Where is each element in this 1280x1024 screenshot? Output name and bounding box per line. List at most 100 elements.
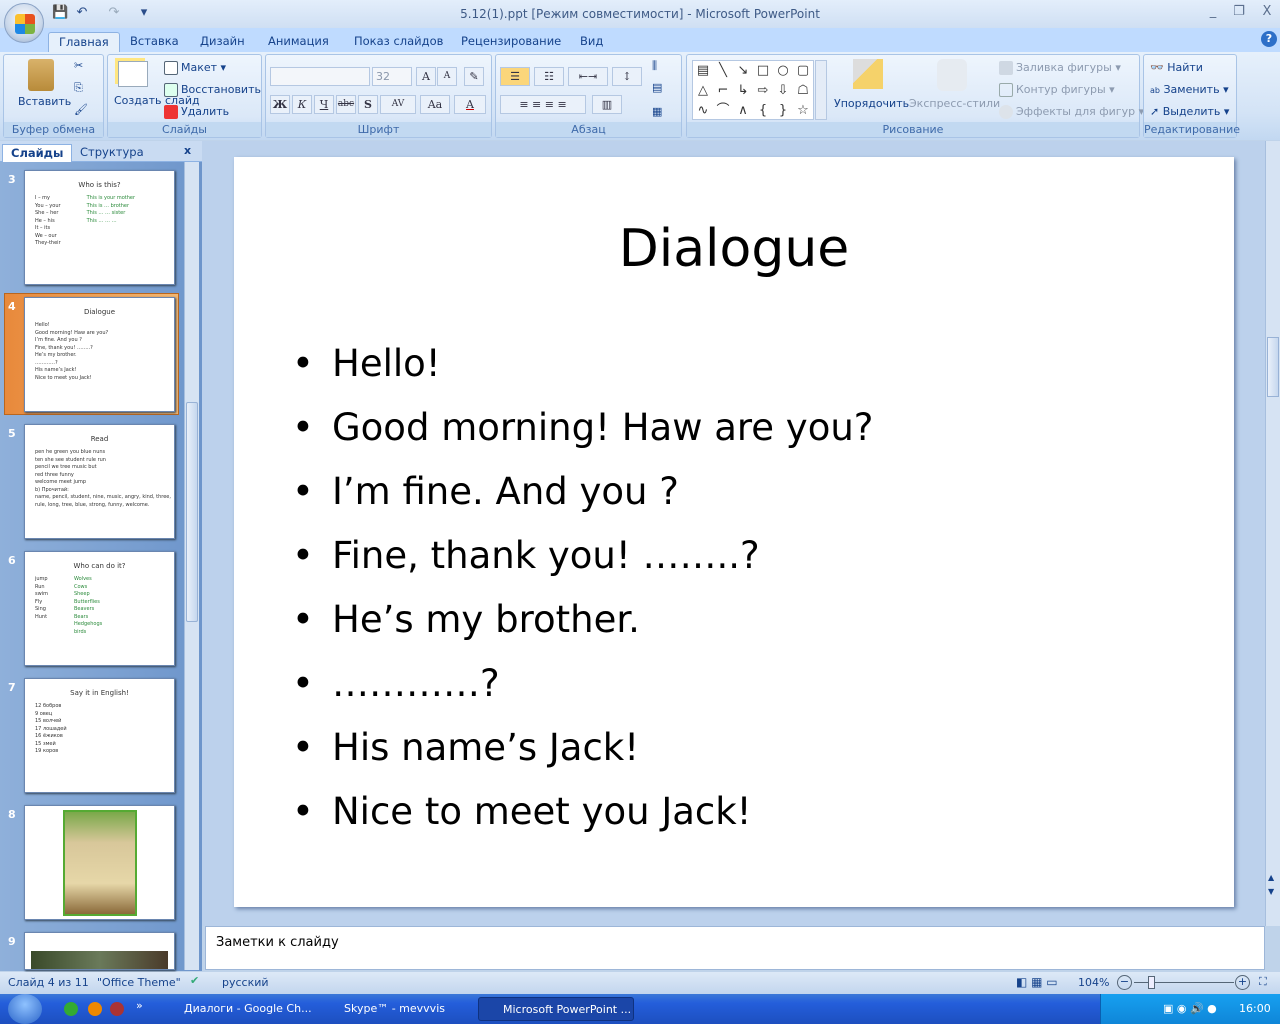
shape-item[interactable]: ☆ — [793, 101, 813, 121]
scroll-thumb[interactable] — [186, 402, 198, 622]
shape-item[interactable]: ⇨ — [753, 81, 773, 101]
minimize-button[interactable]: _ — [1203, 4, 1223, 19]
task-skype[interactable]: Skype™ - mevvvis — [320, 997, 470, 1021]
copy-icon[interactable]: ⎘ — [74, 81, 83, 95]
save-icon[interactable]: 💾 — [52, 5, 68, 21]
slide-bullet[interactable]: • …………? — [292, 662, 500, 705]
shape-item[interactable]: ○ — [773, 61, 793, 81]
fit-to-window-button[interactable]: ⛶ — [1259, 975, 1267, 989]
shape-item[interactable]: } — [773, 101, 793, 121]
shape-fill-button[interactable]: Заливка фигуры ▾ — [999, 61, 1121, 75]
shape-item[interactable]: ▢ — [793, 61, 813, 81]
underline-button[interactable]: Ч — [314, 95, 334, 114]
replace-button[interactable]: ab Заменить ▾ — [1150, 83, 1229, 96]
slide-bullet[interactable]: • Good morning! Haw are you? — [292, 406, 873, 449]
shape-item[interactable]: ⌐ — [713, 81, 733, 101]
select-button[interactable]: ➚ Выделить ▾ — [1150, 105, 1229, 118]
language[interactable]: русский — [222, 976, 269, 989]
more-quicklaunch[interactable]: » — [136, 999, 143, 1012]
tab-view[interactable]: Вид — [570, 32, 613, 52]
view-buttons[interactable]: ◧ ▦ ▭ — [1016, 975, 1058, 989]
shape-item[interactable]: ⇩ — [773, 81, 793, 101]
strikethrough-button[interactable]: abc — [336, 95, 356, 114]
task-powerpoint[interactable]: Microsoft PowerPoint ... — [478, 997, 634, 1021]
align-buttons[interactable]: ≡ ≡ ≡ ≡ — [500, 95, 586, 114]
slide-thumbnail[interactable]: Who is this? I – my You – your She – her He … — [24, 170, 175, 285]
grow-font-button[interactable]: A — [416, 67, 436, 86]
shape-item[interactable]: ∧ — [733, 101, 753, 121]
slide-thumbnail[interactable]: Who can do it? jump Run swim Fly Sing Hunt Wolv… — [24, 551, 175, 666]
columns-button[interactable]: ▥ — [592, 95, 622, 114]
line-spacing-button[interactable]: ↕ — [612, 67, 642, 86]
start-button[interactable] — [8, 994, 42, 1024]
change-case-button[interactable]: Aa — [420, 95, 450, 114]
tab-design[interactable]: Дизайн — [190, 32, 255, 52]
task-chrome[interactable]: Диалоги - Google Ch... — [160, 997, 312, 1021]
tab-insert[interactable]: Вставка — [120, 32, 189, 52]
clear-formatting-button[interactable]: ✎ — [464, 67, 484, 86]
shape-item[interactable]: △ — [693, 81, 713, 101]
char-spacing-button[interactable]: AV — [380, 95, 416, 114]
find-button[interactable]: 👓 Найти — [1150, 61, 1203, 74]
restore-button[interactable]: ❐ — [1229, 4, 1249, 19]
shape-item[interactable]: ⌒ — [713, 101, 733, 121]
shape-outline-button[interactable]: Контур фигуры ▾ — [999, 83, 1115, 97]
slide-bullet[interactable]: • Hello! — [292, 342, 441, 385]
close-pane-button[interactable]: x — [184, 144, 191, 157]
shape-item[interactable]: ↳ — [733, 81, 753, 101]
tab-slides[interactable]: Слайды — [2, 144, 73, 162]
spellcheck-icon[interactable]: ✔ — [190, 974, 199, 987]
shape-effects-button[interactable]: Эффекты для фигур ▾ — [999, 105, 1144, 119]
delete-slide-button[interactable]: Удалить — [164, 105, 229, 119]
layout-button[interactable]: Макет ▾ — [164, 61, 226, 75]
slide-thumbnail[interactable] — [24, 932, 175, 970]
help-icon[interactable]: ? — [1261, 31, 1277, 47]
bullets-button[interactable]: ☰ — [500, 67, 530, 86]
slide-bullet[interactable]: • Nice to meet you Jack! — [292, 790, 752, 833]
shapes-gallery[interactable]: ▤ ╲ ↘ □ ○ ▢ △ ⌐ ↳ ⇨ ⇩ ☖ ∿ ⌒ ∧{} ☆ — [692, 60, 814, 120]
slide-canvas[interactable]: Dialogue • Hello! • Good morning! Haw are y… — [234, 157, 1234, 907]
shape-item[interactable]: ↘ — [733, 61, 753, 81]
shape-item[interactable]: ▤ — [693, 61, 713, 81]
slide-bullet[interactable]: • I’m fine. And you ? — [292, 470, 679, 513]
slide-thumbnail[interactable]: Say it in English! 12 бобров 9 овец 15 волч… — [24, 678, 175, 793]
reset-button[interactable]: Восстановить — [164, 83, 261, 97]
slide-thumbnail[interactable]: Read pen he green you blue nuns ten she se… — [24, 424, 175, 539]
customize-qat-icon[interactable]: ▾ — [136, 5, 152, 21]
utorrent-icon[interactable] — [64, 1002, 78, 1016]
media-player-icon[interactable] — [110, 1002, 124, 1016]
slide-bullet[interactable]: • Fine, thank you! ……..? — [292, 534, 760, 577]
italic-button[interactable]: К — [292, 95, 312, 114]
shapes-gallery-scroll[interactable] — [815, 60, 827, 120]
slide-thumbnail[interactable] — [24, 805, 175, 920]
undo-icon[interactable]: ↶ — [74, 5, 90, 21]
zoom-slider-thumb[interactable] — [1148, 976, 1156, 989]
prev-next-slide-buttons[interactable]: ▲ ▼ — [1268, 871, 1274, 899]
format-painter-icon[interactable]: 🖌 — [74, 103, 88, 116]
notes-field[interactable]: Заметки к слайду — [205, 926, 1265, 970]
shadow-button[interactable]: S — [358, 95, 378, 114]
arrange-button[interactable]: Упорядочить — [834, 97, 909, 110]
text-direction-icon[interactable]: ⫼ — [652, 59, 657, 73]
tab-home[interactable]: Главная — [48, 32, 120, 52]
shape-item[interactable]: { — [753, 101, 773, 121]
close-button[interactable]: X — [1257, 4, 1277, 19]
slide-title[interactable]: Dialogue — [234, 219, 1234, 279]
numbering-button[interactable]: ☷ — [534, 67, 564, 86]
font-size-combo[interactable]: 32 — [372, 67, 412, 86]
shape-item[interactable]: ☖ — [793, 81, 813, 101]
office-button[interactable] — [4, 3, 44, 43]
shape-item[interactable]: ∿ — [693, 101, 713, 121]
tab-review[interactable]: Рецензирование — [451, 32, 571, 52]
tab-animation[interactable]: Анимация — [258, 32, 339, 52]
zoom-in-button[interactable]: + — [1235, 975, 1250, 990]
tab-slideshow[interactable]: Показ слайдов — [344, 32, 453, 52]
theme-name[interactable]: "Office Theme" — [97, 976, 181, 989]
editor-scrollbar[interactable]: ▲ ▼ — [1265, 141, 1280, 926]
scroll-thumb[interactable] — [1267, 337, 1279, 397]
smartart-icon[interactable]: ▦ — [652, 105, 662, 118]
shape-item[interactable]: ╲ — [713, 61, 733, 81]
zoom-level[interactable]: 104% — [1078, 976, 1109, 989]
cut-icon[interactable]: ✂ — [74, 59, 83, 72]
quick-styles-button[interactable]: Экспресс-стили — [909, 97, 1000, 110]
